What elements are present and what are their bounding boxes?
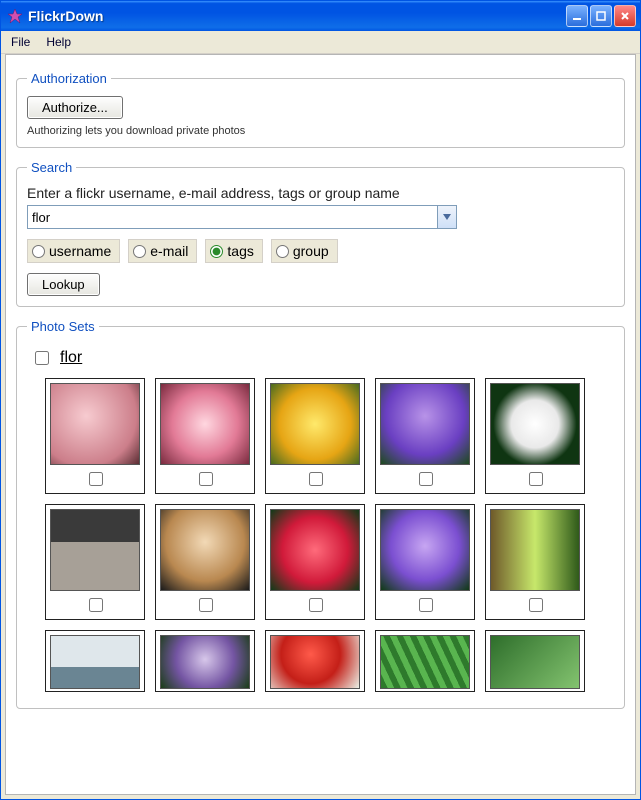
scroll-area[interactable]: Authorization Authorize... Authorizing l… [6,55,635,794]
radio-tags[interactable]: tags [205,239,262,263]
app-window: FlickrDown File Help Authorization Autho… [0,0,641,800]
maximize-button[interactable] [590,5,612,27]
set-header: flor [31,348,614,368]
menu-file[interactable]: File [11,35,30,49]
thumbnail-grid-row3 [45,630,614,692]
thumb-checkbox[interactable] [89,598,103,612]
thumb-checkbox[interactable] [529,472,543,486]
thumb-checkbox[interactable] [89,472,103,486]
photo-thumbnail[interactable] [490,635,580,689]
thumb-checkbox[interactable] [419,598,433,612]
thumb-checkbox[interactable] [309,472,323,486]
thumb-item [155,504,255,620]
authorize-button[interactable]: Authorize... [27,96,123,119]
photo-thumbnail[interactable] [490,383,580,465]
photosets-group: Photo Sets flor [16,319,625,709]
search-legend: Search [27,160,76,175]
photo-thumbnail[interactable] [270,635,360,689]
set-name[interactable]: flor [60,349,82,367]
thumb-item [485,504,585,620]
client-area: Authorization Authorize... Authorizing l… [5,54,636,795]
menubar: File Help [1,31,640,54]
photo-thumbnail[interactable] [270,383,360,465]
thumb-item [155,378,255,494]
thumb-checkbox[interactable] [309,598,323,612]
photo-thumbnail[interactable] [380,635,470,689]
photo-thumbnail[interactable] [160,509,250,591]
thumb-item [45,504,145,620]
photo-thumbnail[interactable] [490,509,580,591]
app-icon [7,8,23,24]
minimize-button[interactable] [566,5,588,27]
window-title: FlickrDown [28,8,566,24]
photo-thumbnail[interactable] [160,635,250,689]
radio-username[interactable]: username [27,239,120,263]
photo-thumbnail[interactable] [50,635,140,689]
thumb-item [265,504,365,620]
photosets-legend: Photo Sets [27,319,99,334]
close-button[interactable] [614,5,636,27]
photo-thumbnail[interactable] [380,509,470,591]
authorization-legend: Authorization [27,71,111,86]
thumb-item [265,630,365,692]
authorization-hint: Authorizing lets you download private ph… [27,125,614,137]
photo-thumbnail[interactable] [380,383,470,465]
search-type-radios: username e-mail tags group [27,239,614,263]
set-select-all-checkbox[interactable] [35,351,49,365]
thumb-checkbox[interactable] [199,472,213,486]
search-input[interactable] [27,205,437,229]
thumb-checkbox[interactable] [199,598,213,612]
authorization-group: Authorization Authorize... Authorizing l… [16,71,625,148]
thumb-item [375,504,475,620]
thumb-item [45,378,145,494]
thumb-item [375,630,475,692]
thumb-item [485,630,585,692]
thumb-item [485,378,585,494]
thumb-item [375,378,475,494]
search-combobox [27,205,457,229]
thumb-item [155,630,255,692]
menu-help[interactable]: Help [46,35,71,49]
titlebar[interactable]: FlickrDown [1,1,640,31]
thumb-checkbox[interactable] [419,472,433,486]
thumb-item [45,630,145,692]
window-controls [566,5,636,27]
radio-email[interactable]: e-mail [128,239,197,263]
thumb-item [265,378,365,494]
thumb-checkbox[interactable] [529,598,543,612]
dropdown-button[interactable] [437,205,457,229]
search-group: Search Enter a flickr username, e-mail a… [16,160,625,307]
radio-group[interactable]: group [271,239,338,263]
thumbnail-grid-row1-2 [45,378,614,620]
chevron-down-icon [443,214,451,220]
search-instruction: Enter a flickr username, e-mail address,… [27,185,614,201]
lookup-button[interactable]: Lookup [27,273,100,296]
photo-thumbnail[interactable] [50,509,140,591]
photo-thumbnail[interactable] [160,383,250,465]
photo-thumbnail[interactable] [50,383,140,465]
photo-thumbnail[interactable] [270,509,360,591]
